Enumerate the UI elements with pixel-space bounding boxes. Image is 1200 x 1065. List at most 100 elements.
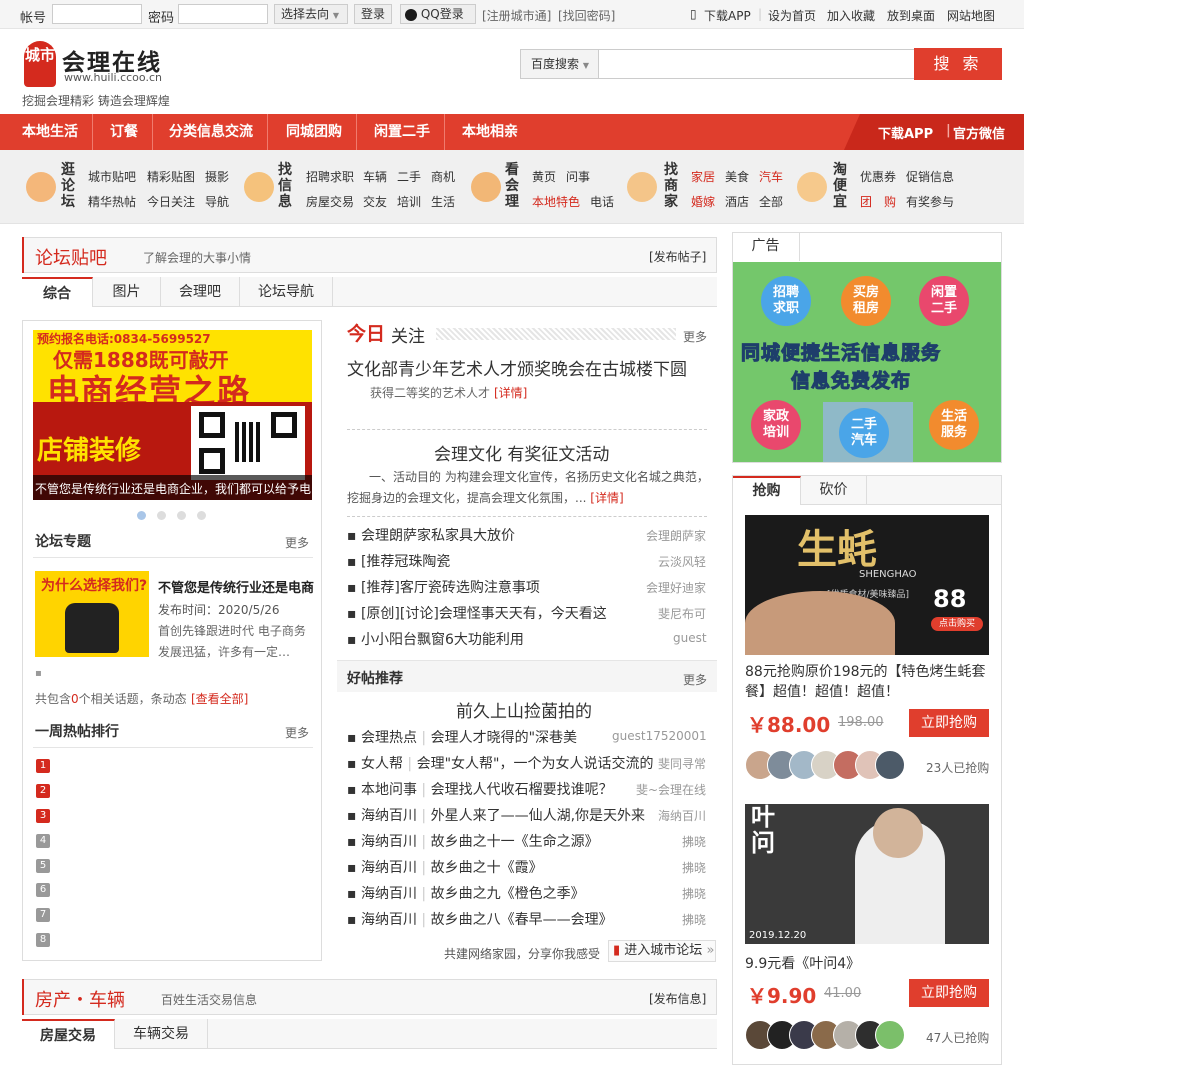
tab-general[interactable]: 综合 (22, 277, 93, 307)
tab-forum-nav[interactable]: 论坛导航 (240, 277, 333, 307)
search-engine-select[interactable]: 百度搜索 ▼ (520, 49, 599, 79)
category-link[interactable]: 二手 (397, 168, 421, 185)
nav-item-dating[interactable]: 本地相亲 (462, 114, 518, 150)
find-password-link[interactable]: [找回密码] (558, 7, 615, 24)
register-link[interactable]: [注册城市通] (482, 7, 551, 24)
carousel-dot[interactable] (157, 511, 166, 520)
good-post-item[interactable]: ▪ 会理热点 | 会理人才晓得的"深巷美 (347, 727, 577, 747)
good-post-item[interactable]: ▪ 海纳百川 | 故乡曲之九《橙色之季》 (347, 883, 585, 903)
destination-select[interactable]: 选择去向 ▼ (274, 4, 348, 24)
nav-item-local-life[interactable]: 本地生活 (22, 114, 93, 150)
category-link[interactable]: 购 (884, 193, 896, 210)
good-post-item[interactable]: ▪ 海纳百川 | 外星人来了——仙人湖,你是天外来 (347, 805, 645, 825)
category-link[interactable]: 摄影 (205, 168, 229, 185)
today-more-link[interactable]: 更多 (683, 328, 707, 345)
tab-car-trade[interactable]: 车辆交易 (115, 1019, 208, 1049)
carousel-dot[interactable] (177, 511, 186, 520)
nav-wechat[interactable]: 官方微信 (953, 123, 1005, 142)
buy-now-button[interactable]: 立即抢购 (909, 709, 989, 737)
good-post-item[interactable]: ▪ 本地问事 | 会理找人代收石榴要找谁呢？ (347, 779, 613, 799)
sitemap-link[interactable]: 网站地图 (947, 7, 995, 24)
category-link[interactable]: 家居 (691, 168, 715, 185)
category-link[interactable]: 房屋交易 (306, 193, 354, 210)
nav-item-group-buy[interactable]: 同城团购 (286, 114, 357, 150)
category-link[interactable]: 交友 (363, 193, 387, 210)
category-link[interactable]: 导航 (205, 193, 229, 210)
post-item[interactable]: ▪ 小小阳台飘窗6大功能利用 (347, 629, 524, 649)
article-title[interactable]: 会理文化 有奖征文活动 (434, 440, 609, 465)
topics-more-link[interactable]: 更多 (285, 534, 309, 551)
tab-house-trade[interactable]: 房屋交易 (22, 1019, 115, 1049)
deal-title[interactable]: 88元抢购原价198元的【特色烤生蚝套餐】超值！超值！超值！ (745, 662, 989, 702)
category-link[interactable]: 本地特色 (532, 193, 580, 210)
good-more-link[interactable]: 更多 (683, 671, 707, 688)
category-link[interactable]: 黄页 (532, 168, 556, 185)
category-link[interactable]: 培训 (397, 193, 421, 210)
category-link[interactable]: 酒店 (725, 193, 749, 210)
category-link[interactable]: 电话 (590, 193, 614, 210)
category-link[interactable]: 美食 (725, 168, 749, 185)
nav-download-app[interactable]: 下载APP (878, 123, 933, 142)
category-link[interactable]: 全部 (759, 193, 783, 210)
topic-title[interactable]: 不管您是传统行业还是电商 (158, 577, 314, 596)
deal-title[interactable]: 9.9元看《叶问4》 (745, 953, 860, 973)
category-link[interactable]: 问事 (566, 168, 590, 185)
qq-login-button[interactable]: QQ登录 (400, 4, 476, 24)
category-link[interactable]: 精华热帖 (88, 193, 136, 210)
nav-item-order-food[interactable]: 订餐 (110, 114, 153, 150)
category-link[interactable]: 促销信息 (906, 168, 954, 185)
add-favorite-link[interactable]: 加入收藏 (827, 7, 875, 24)
topic-thumbnail[interactable]: 为什么选择我们? (35, 571, 149, 657)
account-input[interactable] (52, 4, 142, 24)
deal-image[interactable]: 生蚝 SHENGHAO [优质食材/美味臻品] 88 点击购买 (745, 515, 989, 655)
category-link[interactable]: 城市贴吧 (88, 168, 136, 185)
post-item[interactable]: ▪ [原创][讨论]会理怪事天天有，今天看这 (347, 603, 607, 623)
category-link[interactable]: 团 (860, 193, 872, 210)
category-link[interactable]: 招聘求职 (306, 168, 354, 185)
tab-bargain[interactable]: 砍价 (801, 476, 867, 505)
forum-banner[interactable]: 预约报名电话:0834-5699527 仅需1888既可敲开 电商经营之路 店铺… (33, 330, 312, 500)
login-button[interactable]: 登录 (354, 4, 393, 24)
ad-banner[interactable]: 招聘求职 买房租房 闲置二手 同城便捷生活信息服务 信息免费发布 家政培训 二手… (733, 262, 1001, 462)
good-post-item[interactable]: ▪ 海纳百川 | 故乡曲之十《霞》 (347, 857, 543, 877)
today-headline[interactable]: 文化部青少年艺术人才颁奖晚会在古城楼下圆 (347, 355, 687, 380)
category-link[interactable]: 精彩贴图 (147, 168, 195, 185)
category-link[interactable]: 汽车 (759, 168, 783, 185)
post-item[interactable]: ▪ [推荐]客厅瓷砖选购注意事项 (347, 577, 540, 597)
category-link[interactable]: 车辆 (363, 168, 387, 185)
view-all-link[interactable]: [查看全部] (191, 690, 248, 707)
category-link[interactable]: 婚嫁 (691, 193, 715, 210)
good-headline[interactable]: 前久上山捡菌拍的 (456, 697, 592, 722)
enter-forum-button[interactable]: ▮ 进入城市论坛 » (608, 940, 716, 962)
to-desktop-link[interactable]: 放到桌面 (887, 7, 935, 24)
tab-images[interactable]: 图片 (93, 277, 161, 307)
buy-now-button[interactable]: 立即抢购 (909, 979, 989, 1007)
search-input[interactable] (599, 49, 915, 79)
deal-image[interactable]: 叶问 2019.12.20 (745, 804, 989, 944)
category-link[interactable]: 商机 (431, 168, 455, 185)
category-link[interactable]: 有奖参与 (906, 193, 954, 210)
good-post-item[interactable]: ▪ 海纳百川 | 故乡曲之十一《生命之源》 (347, 831, 599, 851)
nav-item-classifieds[interactable]: 分类信息交流 (169, 114, 268, 150)
nav-item-secondhand[interactable]: 闲置二手 (374, 114, 445, 150)
article-detail-link[interactable]: [详情] (590, 491, 623, 505)
category-link[interactable]: 优惠券 (860, 168, 896, 185)
set-home-link[interactable]: 设为首页 (768, 7, 816, 24)
good-post-item[interactable]: ▪ 女人帮 | 会理"女人帮"，一个为女人说话交流的 (347, 753, 653, 773)
tab-huili-bar[interactable]: 会理吧 (161, 277, 240, 307)
tab-flash-sale[interactable]: 抢购 (733, 476, 801, 505)
category-link[interactable]: 今日关注 (147, 193, 195, 210)
post-item[interactable]: ▪ 会理朗萨家私家具大放价 (347, 525, 515, 545)
weekly-more-link[interactable]: 更多 (285, 724, 309, 741)
headline-detail-link[interactable]: [详情] (494, 384, 527, 401)
download-app-link[interactable]: 下载APP (704, 7, 751, 24)
password-input[interactable] (178, 4, 268, 24)
good-post-item[interactable]: ▪ 海纳百川 | 故乡曲之八《春早——会理》 (347, 909, 613, 929)
carousel-dot-active[interactable] (137, 511, 146, 520)
logo-badge[interactable]: 城市 (24, 41, 56, 87)
post-item[interactable]: ▪ [推荐冠珠陶瓷 (347, 551, 450, 571)
category-link[interactable]: 生活 (431, 193, 455, 210)
post-topic-link[interactable]: [发布帖子] (649, 248, 706, 265)
search-button[interactable]: 搜 索 (914, 48, 1002, 80)
carousel-dot[interactable] (197, 511, 206, 520)
